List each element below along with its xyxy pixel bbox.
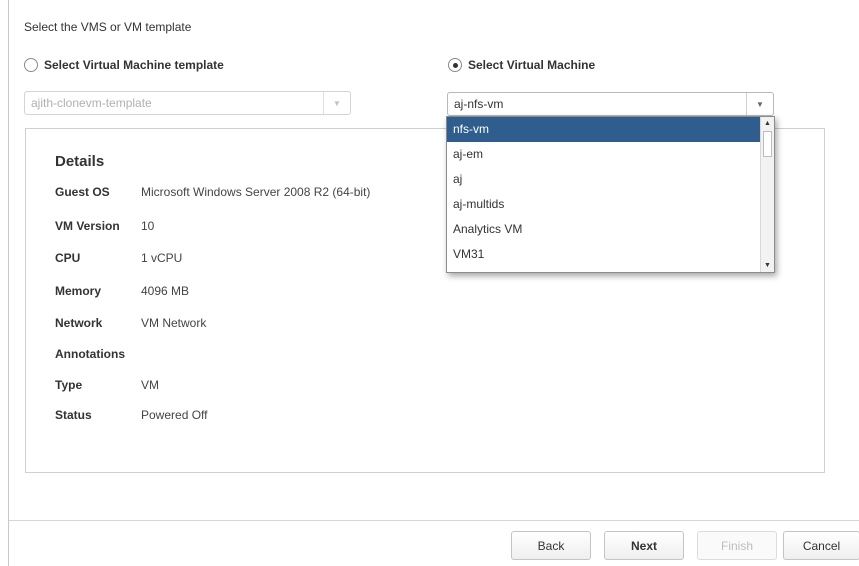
details-title: Details (55, 153, 105, 170)
detail-value: VM (141, 378, 159, 392)
detail-value: 10 (141, 219, 155, 233)
detail-label: VM Version (55, 219, 120, 233)
dropdown-item[interactable]: aj-em (447, 142, 760, 167)
detail-value: Microsoft Windows Server 2008 R2 (64-bit… (141, 185, 371, 199)
detail-value: 1 vCPU (141, 251, 183, 265)
dropdown-item[interactable]: aj-multids (447, 192, 760, 217)
detail-label: Memory (55, 284, 102, 298)
detail-value: 4096 MB (141, 284, 190, 298)
footer-divider (9, 520, 859, 521)
detail-row-memory: Memory 4096 MB (55, 284, 189, 298)
chevron-down-icon[interactable]: ▼ (746, 93, 773, 115)
dropdown-item[interactable]: Analytics VM (447, 217, 760, 242)
dropdown-item[interactable]: nfs-vm (447, 117, 760, 142)
vm-radio-label: Select Virtual Machine (468, 58, 596, 72)
chevron-down-icon[interactable]: ▼ (323, 92, 350, 114)
scrollbar-thumb[interactable] (763, 131, 772, 157)
scroll-up-arrow-icon[interactable]: ▲ (761, 117, 774, 130)
detail-label: Status (55, 408, 92, 422)
cancel-button[interactable]: Cancel (783, 531, 859, 560)
detail-label: Network (55, 316, 103, 330)
finish-button[interactable]: Finish (697, 531, 777, 560)
dropdown-item[interactable]: aj (447, 167, 760, 192)
detail-label: Guest OS (55, 185, 110, 199)
detail-label: Type (55, 378, 83, 392)
detail-row-cpu: CPU 1 vCPU (55, 251, 182, 265)
detail-label: Annotations (55, 347, 125, 361)
detail-value: Powered Off (141, 408, 208, 422)
template-select-value: ajith-clonevm-template (31, 96, 152, 110)
detail-row-guest-os: Guest OS Microsoft Windows Server 2008 R… (55, 185, 370, 199)
wizard-page: Select the VMS or VM template Select Vir… (8, 0, 859, 566)
vm-select-value: aj-nfs-vm (454, 97, 504, 111)
template-radio-label: Select Virtual Machine template (44, 58, 224, 72)
template-radio-option[interactable]: Select Virtual Machine template (24, 58, 224, 72)
vm-radio-button[interactable] (448, 58, 462, 72)
detail-row-vm-version: VM Version 10 (55, 219, 154, 233)
back-button[interactable]: Back (511, 531, 591, 560)
detail-row-status: Status Powered Off (55, 408, 207, 422)
vm-dropdown-list: nfs-vm aj-em aj aj-multids Analytics VM … (446, 116, 775, 273)
scroll-down-arrow-icon[interactable]: ▼ (761, 259, 774, 272)
dropdown-scrollbar[interactable]: ▲ ▼ (760, 117, 774, 272)
vm-select[interactable]: aj-nfs-vm ▼ (447, 92, 774, 116)
detail-label: CPU (55, 251, 81, 265)
detail-row-network: Network VM Network (55, 316, 206, 330)
detail-value: VM Network (141, 316, 207, 330)
next-button[interactable]: Next (604, 531, 684, 560)
detail-row-annotations: Annotations (55, 347, 141, 361)
template-radio-button[interactable] (24, 58, 38, 72)
dropdown-item[interactable]: VM31 (447, 242, 760, 267)
detail-row-type: Type VM (55, 378, 159, 392)
template-select[interactable]: ajith-clonevm-template ▼ (24, 91, 351, 115)
vm-radio-option[interactable]: Select Virtual Machine (448, 58, 595, 72)
instruction-text: Select the VMS or VM template (24, 20, 192, 34)
